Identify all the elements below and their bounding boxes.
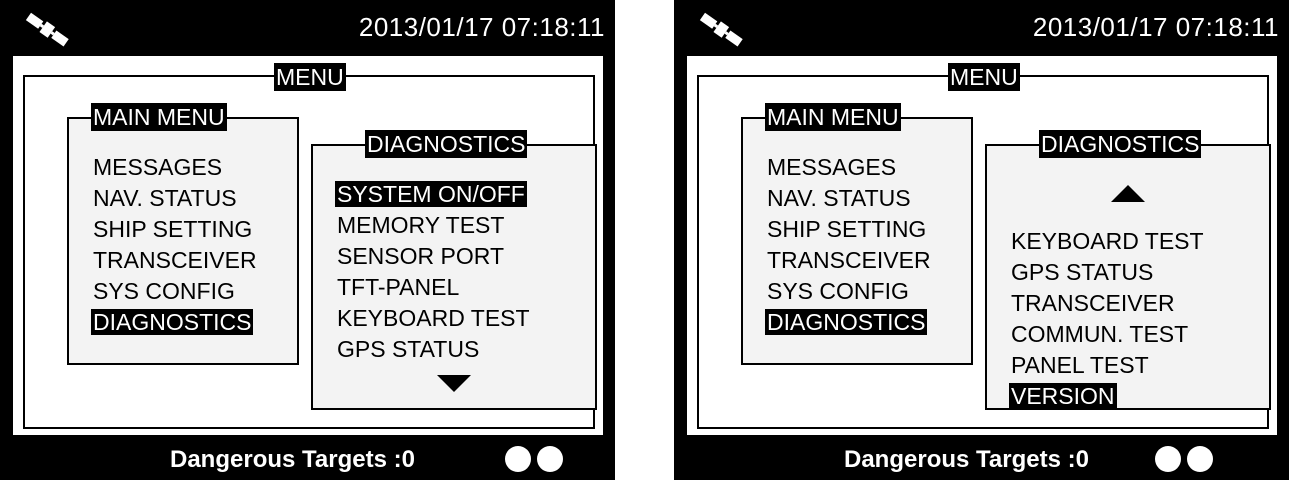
main-menu-item-ship-setting[interactable]: SHIP SETTING [91,214,259,245]
main-menu-item-diagnostics[interactable]: DIAGNOSTICS [765,307,933,338]
status-bar: Dangerous Targets :0 [674,441,1289,480]
diagnostics-item-transceiver[interactable]: TRANSCEIVER [1009,288,1206,319]
main-menu-item-transceiver[interactable]: TRANSCEIVER [765,245,933,276]
status-dot [505,446,531,472]
satellite-icon [25,12,69,47]
down-arrow-icon[interactable] [437,375,471,392]
screen-2: 2013/01/17 07:18:11 MENU MAIN MENU MESSA… [674,0,1289,480]
diagnostics-item-commun-test[interactable]: COMMUN. TEST [1009,319,1206,350]
menu-panel: MENU MAIN MENU MESSAGES NAV. STATUS SHIP… [687,56,1277,435]
satellite-icon [699,12,743,47]
main-menu-item-sys-config[interactable]: SYS CONFIG [91,276,259,307]
diagnostics-item-version[interactable]: VERSION [1009,381,1206,412]
screen-1: 2013/01/17 07:18:11 MENU MAIN MENU MESSA… [0,0,615,480]
datetime: 2013/01/17 07:18:11 [1032,12,1279,42]
main-menu-box: MAIN MENU MESSAGES NAV. STATUS SHIP SETT… [741,103,973,365]
diagnostics-item-memory-test[interactable]: MEMORY TEST [335,210,532,241]
main-menu-box: MAIN MENU MESSAGES NAV. STATUS SHIP SETT… [67,103,299,365]
diagnostics-item-panel-test[interactable]: PANEL TEST [1009,350,1206,381]
main-menu-item-diagnostics[interactable]: DIAGNOSTICS [91,307,259,338]
main-menu-item-transceiver[interactable]: TRANSCEIVER [91,245,259,276]
datetime: 2013/01/17 07:18:11 [358,12,605,42]
diagnostics-item-gps-status[interactable]: GPS STATUS [335,334,532,365]
up-arrow-icon[interactable] [1111,185,1145,202]
main-menu-item-nav-status[interactable]: NAV. STATUS [765,183,933,214]
main-menu-item-nav-status[interactable]: NAV. STATUS [91,183,259,214]
diagnostics-item-tft-panel[interactable]: TFT-PANEL [335,272,532,303]
main-menu-item-messages[interactable]: MESSAGES [765,152,933,183]
main-menu-title: MAIN MENU [91,103,227,131]
main-menu-item-ship-setting[interactable]: SHIP SETTING [765,214,933,245]
status-dot [1187,446,1213,472]
main-menu-item-messages[interactable]: MESSAGES [91,152,259,183]
dangerous-targets-label: Dangerous Targets :0 [844,446,1089,473]
diagnostics-title: DIAGNOSTICS [365,130,528,158]
diagnostics-item-system-on-off[interactable]: SYSTEM ON/OFF [335,179,532,210]
status-bar: Dangerous Targets :0 [0,441,615,480]
diagnostics-box: DIAGNOSTICS SYSTEM ON/OFF MEMORY TEST SE… [311,130,597,410]
diagnostics-item-keyboard-test[interactable]: KEYBOARD TEST [1009,226,1206,257]
menu-frame: MENU MAIN MENU MESSAGES NAV. STATUS SHIP… [23,63,597,429]
diagnostics-box: DIAGNOSTICS KEYBOARD TEST GPS STATUS TRA… [985,130,1271,412]
menu-panel: MENU MAIN MENU MESSAGES NAV. STATUS SHIP… [13,56,603,435]
main-menu-title: MAIN MENU [765,103,901,131]
menu-title: MENU [948,63,1020,91]
dangerous-targets-label: Dangerous Targets :0 [170,446,415,473]
menu-title: MENU [274,63,346,91]
menu-frame: MENU MAIN MENU MESSAGES NAV. STATUS SHIP… [697,63,1271,429]
status-dot [537,446,563,472]
diagnostics-title: DIAGNOSTICS [1039,130,1202,158]
main-menu-item-sys-config[interactable]: SYS CONFIG [765,276,933,307]
status-dot [1155,446,1181,472]
diagnostics-item-sensor-port[interactable]: SENSOR PORT [335,241,532,272]
diagnostics-item-gps-status[interactable]: GPS STATUS [1009,257,1206,288]
diagnostics-item-keyboard-test[interactable]: KEYBOARD TEST [335,303,532,334]
